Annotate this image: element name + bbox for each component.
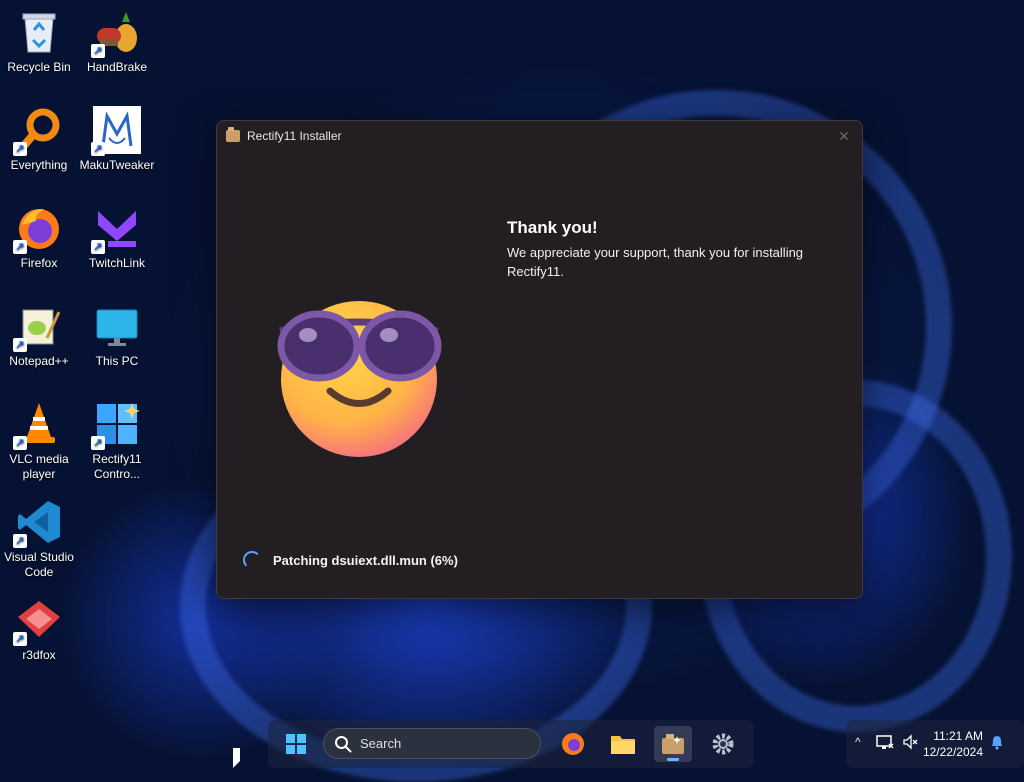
smiling-face-with-sunglasses-icon (277, 301, 442, 457)
desktop-icon-firefox[interactable]: ↗ Firefox (0, 198, 78, 271)
rectify11-installer-icon (662, 734, 684, 754)
notification-bell-icon[interactable] (989, 734, 1005, 753)
everything-icon: ↗ (13, 106, 63, 156)
this-pc-icon (93, 302, 141, 350)
thank-you-heading: Thank you! (507, 218, 598, 237)
handbrake-icon: ↗ (91, 8, 141, 58)
desktop-icon-handbrake[interactable]: ↗ HandBrake (78, 2, 156, 75)
recycle-bin-icon (15, 8, 63, 56)
vlc-icon: ↗ (13, 400, 63, 450)
desktop-icon-vscode[interactable]: ↗ Visual Studio Code (0, 492, 78, 580)
settings-icon (712, 733, 734, 755)
installer-window: Rectify11 Installer ✕ Thank you! We appr… (216, 120, 863, 599)
shortcut-arrow-icon: ↗ (91, 436, 105, 450)
r3dfox-icon: ↗ (13, 596, 63, 646)
thank-you-message: We appreciate your support, thank you fo… (507, 245, 804, 279)
desktop-icon-recycle-bin[interactable]: Recycle Bin (0, 2, 78, 75)
notepadpp-icon: ↗ (13, 302, 63, 352)
system-tray: ^ 11:21 AM 12/22/2024 (846, 720, 1024, 768)
window-title: Rectify11 Installer (247, 129, 342, 143)
show-hidden-icons-chevron-icon[interactable]: ^ (855, 735, 861, 749)
search-icon (335, 735, 352, 752)
desktop-icon-notepadpp[interactable]: ↗ Notepad++ (0, 296, 78, 369)
installer-app-icon (226, 127, 240, 142)
shortcut-arrow-icon: ↗ (13, 436, 27, 450)
taskbar-settings[interactable] (704, 726, 742, 762)
shortcut-arrow-icon: ↗ (91, 44, 105, 58)
desktop-icon-rectify11-control[interactable]: ↗ Rectify11 Contro... (78, 394, 156, 482)
twitchlink-icon: ↗ (91, 204, 141, 254)
mouse-cursor-icon (233, 748, 240, 768)
close-button[interactable]: ✕ (834, 126, 854, 146)
shortcut-arrow-icon: ↗ (13, 142, 27, 156)
volume-muted-icon[interactable] (902, 734, 918, 753)
desktop-icon-this-pc[interactable]: This PC (78, 296, 156, 369)
vscode-icon: ↗ (13, 498, 63, 548)
desktop-icon-makutweaker[interactable]: ↗ MakuTweaker (78, 100, 156, 173)
start-icon (286, 734, 306, 754)
clock-time: 11:21 AM (933, 729, 983, 743)
shortcut-arrow-icon: ↗ (91, 142, 105, 156)
file-explorer-icon (611, 736, 635, 754)
status-text: Patching dsuiext.dll.mun (6%) (273, 552, 458, 568)
firefox-icon (562, 733, 584, 755)
taskbar-file-explorer[interactable] (604, 726, 642, 762)
taskbar-firefox[interactable] (554, 726, 592, 762)
makutweaker-icon: ↗ (91, 106, 141, 156)
shortcut-arrow-icon: ↗ (13, 534, 27, 548)
desktop-icons: Recycle Bin ↗ HandBrake ↗ Everything ↗ M… (0, 0, 160, 710)
desktop-icon-twitchlink[interactable]: ↗ TwitchLink (78, 198, 156, 271)
search-placeholder: Search (360, 736, 402, 751)
firefox-icon: ↗ (13, 204, 63, 254)
network-icon[interactable] (876, 734, 894, 753)
clock-date: 12/22/2024 (922, 745, 983, 759)
install-status: Patching dsuiext.dll.mun (6%) (243, 551, 458, 569)
loading-spinner-icon (243, 551, 261, 569)
taskbar-rectify11-installer[interactable] (654, 726, 692, 762)
shortcut-arrow-icon: ↗ (13, 632, 27, 646)
desktop-icon-r3dfox[interactable]: ↗ r3dfox (0, 590, 78, 663)
window-titlebar[interactable]: Rectify11 Installer (217, 121, 862, 151)
start-button[interactable] (277, 726, 315, 762)
desktop-icon-vlc[interactable]: ↗ VLC media player (0, 394, 78, 482)
taskbar-search-box[interactable]: Search (323, 728, 541, 759)
desktop-icon-everything[interactable]: ↗ Everything (0, 100, 78, 173)
shortcut-arrow-icon: ↗ (91, 240, 105, 254)
clock[interactable]: 11:21 AM 12/22/2024 (921, 728, 983, 760)
rectify11-control-icon: ↗ (91, 400, 141, 450)
shortcut-arrow-icon: ↗ (13, 240, 27, 254)
shortcut-arrow-icon: ↗ (13, 338, 27, 352)
